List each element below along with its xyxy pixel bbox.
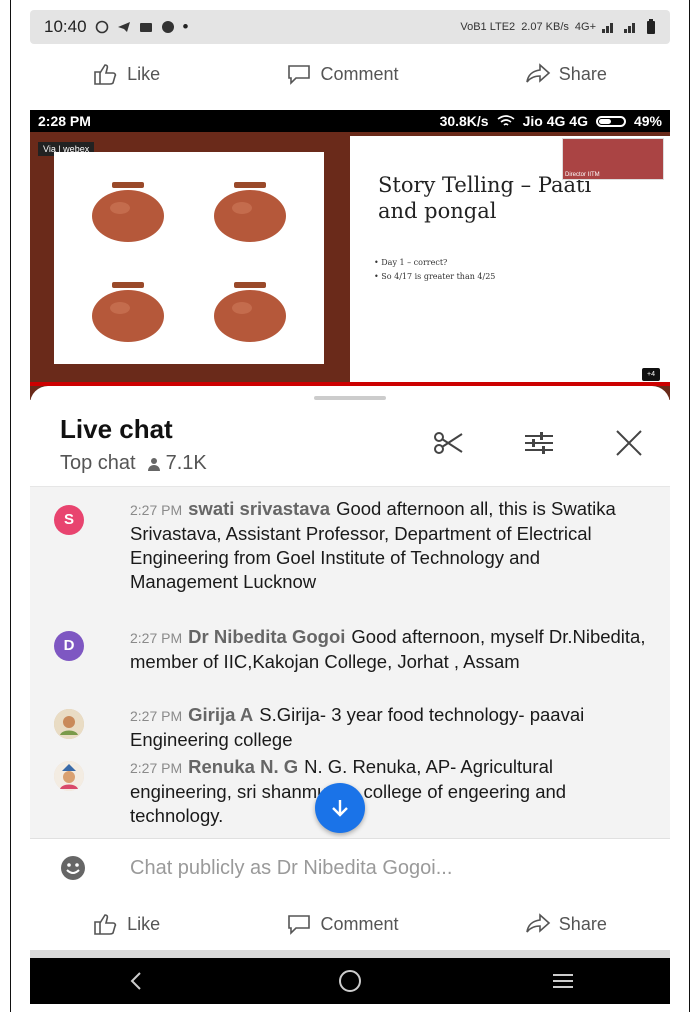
comment-label: Comment [320,913,399,934]
speaker-label: Director IITM [565,172,600,178]
share-button[interactable]: Share [525,912,607,936]
status-time: 10:40 [44,17,87,36]
thumbs-up-icon [94,914,117,935]
emoji-icon[interactable] [60,855,86,881]
chat-message-body: 2:27 PM Girija A S.Girija- 3 year food tec… [130,703,650,752]
avatar[interactable] [54,761,84,791]
chat-mode-selector[interactable]: Top chat 7.1K [60,452,207,475]
drag-handle[interactable] [314,396,386,400]
message-time: 2:27 PM [130,630,183,646]
close-icon[interactable] [612,428,646,458]
back-icon[interactable] [124,968,150,994]
avatar-image [54,709,84,739]
speaker-thumbnail: Director IITM [562,138,664,180]
person-icon [147,457,160,471]
mail-icon [139,23,152,32]
live-chat-panel: Live chat Top chat 7.1K S 2:27 PM swati s… [30,386,670,906]
network-type: 4G+ [574,21,596,33]
volte-icon: VoB1 LTE2 [460,21,516,33]
arrow-down-icon [332,800,348,817]
like-label: Like [127,913,161,934]
message-author[interactable]: swati srivastava [188,498,330,519]
filter-sliders-icon[interactable] [522,428,556,458]
video-player[interactable]: 2:28 PM 30.8K/s Jio 4G 4G 49% Via | webe… [30,110,670,400]
network-speed: 2.07 KB/s [521,21,569,33]
chat-input[interactable]: Chat publicly as Dr Nibedita Gogoi... [130,857,452,880]
video-network-speed: 30.8K/s [439,113,489,129]
signal-icon [602,23,613,33]
bottom-action-bar: Like Comment Share [30,898,670,950]
share-icon [526,63,551,83]
slide-title-line1: Story Telling – Paati [378,173,592,197]
recent-apps-icon[interactable] [550,968,576,994]
telegram-icon [117,22,130,32]
clay-pot-icon [214,182,286,242]
message-author[interactable]: Girija A [188,704,253,725]
participants-button[interactable]: +4 [642,368,660,381]
chat-header-actions [432,428,646,458]
message-author[interactable]: Renuka N. G [188,756,298,777]
avatar[interactable] [54,709,84,739]
comment-label: Comment [320,63,399,84]
slide-bullet: • So 4/17 is greater than 4/25 [374,272,496,281]
chat-input-bar: Chat publicly as Dr Nibedita Gogoi... [30,838,670,897]
viewer-count: 7.1K [146,452,207,475]
status-bar: 10:40 • VoB1 LTE2 2.07 KB/s 4G+ [30,10,670,44]
video-battery-level: 49% [633,113,662,129]
chat-mode-label: Top chat [60,452,136,474]
clay-pot-icon [92,282,164,342]
avatar-image [54,761,84,791]
share-label: Share [558,913,607,934]
slide-title: Story Telling – Paati and pongal [378,172,591,224]
whatsapp-icon [95,20,108,34]
message-author[interactable]: Dr Nibedita Gogoi [188,626,345,647]
comment-button[interactable]: Comment [286,62,399,86]
chat-message-list[interactable]: S 2:27 PM swati srivastava Good afternoon … [30,486,670,839]
share-label: Share [558,63,607,84]
scissors-icon[interactable] [432,428,466,458]
avatar[interactable]: D [54,631,84,661]
video-battery-icon [595,115,626,127]
slide-bullets: • Day 1 – correct? • So 4/17 is greater … [374,256,495,284]
signal-icon-2 [624,23,635,33]
like-button[interactable]: Like [93,912,160,936]
divider [30,950,670,958]
share-icon [526,913,551,933]
live-chat-title: Live chat [60,414,173,444]
chat-message-body: 2:27 PM Renuka N. G N. G. Renuka, AP- Agri… [130,755,650,828]
share-button[interactable]: Share [525,62,607,86]
avatar[interactable]: S [54,505,84,535]
message-time: 2:27 PM [130,760,183,776]
video-status-time: 2:28 PM [38,113,91,129]
clay-pot-icon [214,282,286,342]
pots-slide-image [54,152,324,364]
chat-message-body: 2:27 PM Dr Nibedita Gogoi Good afternoon, … [130,625,650,674]
comment-button[interactable]: Comment [286,912,399,936]
clay-pot-icon [92,182,164,242]
chat-message-body: 2:27 PM swati srivastava Good afternoon al… [130,497,650,594]
wifi-icon [497,115,515,126]
video-carrier: Jio 4G 4G [522,113,588,129]
more-notifications-dot: • [182,17,189,36]
top-action-bar: Like Comment Share [30,48,670,100]
message-time: 2:27 PM [130,708,183,724]
battery-icon [647,19,655,34]
like-label: Like [127,63,161,84]
scroll-to-bottom-button[interactable] [315,783,365,833]
message-time: 2:27 PM [130,502,183,518]
like-button[interactable]: Like [93,62,160,86]
comment-icon [288,915,311,935]
thumbs-up-icon [94,64,117,85]
video-status-bar: 2:28 PM 30.8K/s Jio 4G 4G 49% [30,110,670,132]
home-icon[interactable] [337,968,363,994]
comment-icon [288,65,311,85]
viewer-count-value: 7.1K [165,452,207,474]
system-navigation-bar [30,958,670,1004]
app-notification-icon [161,21,174,33]
slide-bullet: • Day 1 – correct? [374,258,448,267]
slide-title-line2: and pongal [378,199,497,223]
